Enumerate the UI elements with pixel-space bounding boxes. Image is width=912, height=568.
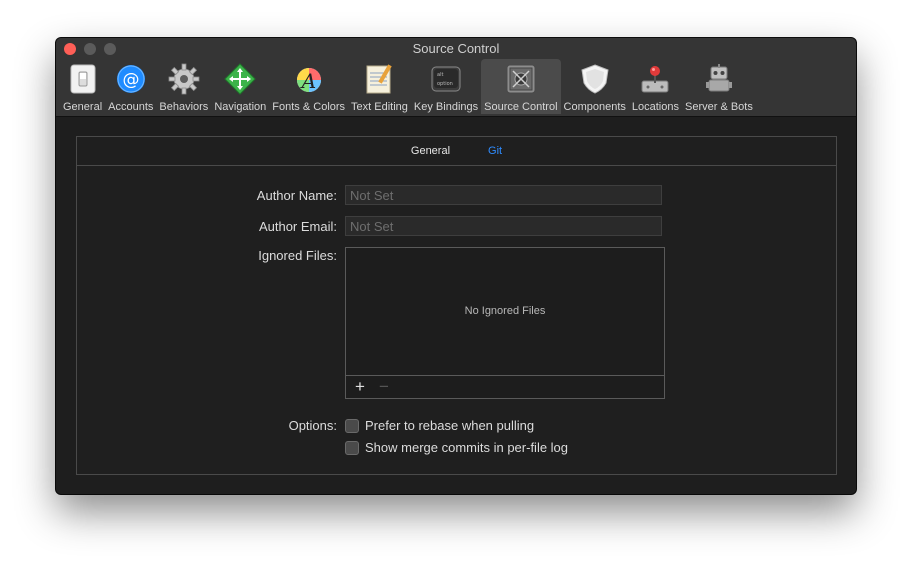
toolbar-item-fonts-colors[interactable]: A Fonts & Colors <box>269 59 348 114</box>
toolbar-label: Server & Bots <box>684 101 753 113</box>
toolbar-label: Behaviors <box>159 101 209 113</box>
toolbar-label: Fonts & Colors <box>272 101 346 113</box>
robot-icon <box>705 64 732 92</box>
tab-bar: General Git <box>77 137 836 166</box>
tab-general[interactable]: General <box>411 145 450 157</box>
merge-commits-option[interactable]: Show merge commits in per-file log <box>345 440 568 455</box>
title-bar: Source Control General @ Accounts Behavi… <box>56 38 856 117</box>
ignored-files-toolbar: + − <box>346 375 664 398</box>
toolbar-label: Navigation <box>214 101 267 113</box>
ignored-files-empty-text: No Ignored Files <box>464 305 546 317</box>
toolbar-label: Accounts <box>108 101 154 113</box>
shield-icon <box>581 64 609 94</box>
ignored-files-list[interactable]: No Ignored Files + − <box>345 247 665 399</box>
options-label: Options: <box>288 418 337 433</box>
toolbar-item-source-control[interactable]: Source Control <box>481 59 561 114</box>
author-name-label: Author Name: <box>256 188 337 203</box>
tab-git[interactable]: Git <box>488 145 502 157</box>
toolbar-item-navigation[interactable]: Navigation <box>211 59 269 114</box>
author-name-field[interactable]: Not Set <box>345 185 662 205</box>
toolbar-label: Locations <box>631 101 679 113</box>
toolbar-label: Text Editing <box>351 101 408 113</box>
toolbar-label: Key Bindings <box>413 101 479 113</box>
toolbar-item-locations[interactable]: Locations <box>629 59 682 114</box>
at-sign-icon: @ <box>116 65 145 93</box>
navigation-arrows-icon <box>224 63 257 95</box>
toolbar-item-components[interactable]: Components <box>561 59 629 114</box>
source-control-panel: General Git Author Name: Not Set Author … <box>76 136 837 475</box>
rebase-option-label: Prefer to rebase when pulling <box>365 418 535 433</box>
gear-icon <box>168 63 200 95</box>
rebase-checkbox[interactable] <box>345 418 359 433</box>
notepad-icon <box>366 64 393 94</box>
font-color-icon: A <box>296 68 321 93</box>
svg-text:@: @ <box>122 70 139 90</box>
toolbar-item-text-editing[interactable]: Text Editing <box>348 59 411 114</box>
rebase-option[interactable]: Prefer to rebase when pulling <box>345 418 534 433</box>
author-email-field[interactable]: Not Set <box>345 216 662 236</box>
toolbar-item-key-bindings[interactable]: alt option Key Bindings <box>411 59 481 114</box>
svg-text:option: option <box>437 81 453 87</box>
toolbar-item-behaviors[interactable]: Behaviors <box>156 59 211 114</box>
preferences-window: Source Control General @ Accounts Behavi… <box>56 38 856 494</box>
toolbar-item-general[interactable]: General <box>60 59 105 114</box>
remove-ignored-file-button[interactable]: − <box>374 377 394 397</box>
svg-text:A: A <box>299 69 315 93</box>
toolbar-item-server-bots[interactable]: Server & Bots <box>682 59 756 114</box>
author-email-label: Author Email: <box>258 219 337 234</box>
add-ignored-file-button[interactable]: + <box>346 377 374 397</box>
merge-commits-option-label: Show merge commits in per-file log <box>365 440 569 455</box>
svg-text:alt: alt <box>437 72 443 78</box>
ignored-files-label: Ignored Files: <box>258 248 337 263</box>
toolbar-label: Source Control <box>484 101 558 113</box>
toolbar-label: Components <box>563 101 626 113</box>
light-switch-icon <box>70 64 96 94</box>
toolbar-item-accounts[interactable]: @ Accounts <box>105 59 156 114</box>
toolbar-label: General <box>63 101 103 113</box>
joystick-icon <box>641 66 669 93</box>
preferences-toolbar: General @ Accounts Behaviors Navigation … <box>60 59 756 116</box>
window-title: Source Control <box>412 41 500 56</box>
safe-icon <box>506 64 536 94</box>
merge-commits-checkbox[interactable] <box>345 440 359 455</box>
keyboard-key-icon: alt option <box>431 66 461 92</box>
